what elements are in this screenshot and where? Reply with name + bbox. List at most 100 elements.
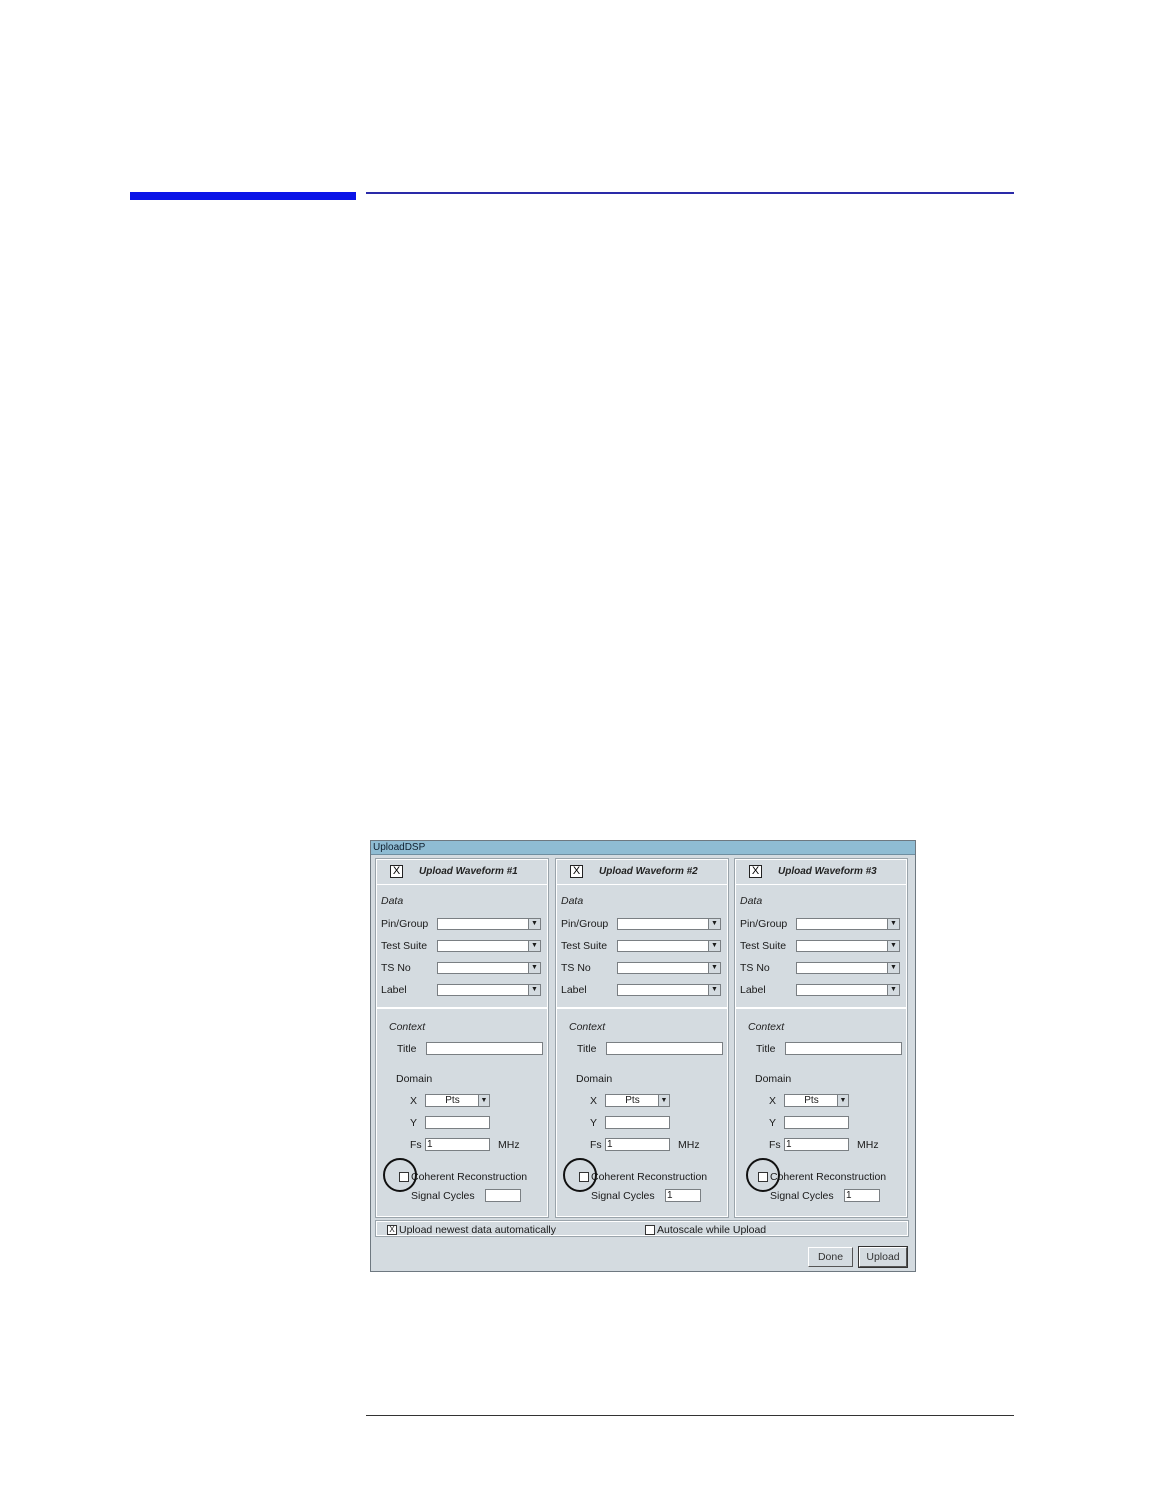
- fs-unit: MHz: [678, 1139, 700, 1151]
- context-label: Context: [569, 1021, 606, 1033]
- coherent-reconstruction-label: Coherent Reconstruction: [591, 1171, 708, 1183]
- data-label: Data: [561, 895, 584, 907]
- y-input[interactable]: [784, 1116, 849, 1129]
- x-label: X: [590, 1095, 598, 1107]
- chevron-down-icon[interactable]: ▼: [528, 941, 540, 951]
- fs-input[interactable]: 1: [425, 1138, 490, 1151]
- x-label: X: [410, 1095, 418, 1107]
- signal-cycles-label: Signal Cycles: [411, 1190, 475, 1202]
- chevron-down-icon[interactable]: ▼: [528, 919, 540, 929]
- test-suite-combo[interactable]: ▼: [796, 940, 900, 952]
- y-input[interactable]: [605, 1116, 670, 1129]
- context-label: Context: [748, 1021, 785, 1033]
- chevron-down-icon[interactable]: ▼: [887, 985, 899, 995]
- upload-auto-checkbox[interactable]: X: [387, 1225, 397, 1235]
- chevron-down-icon[interactable]: ▼: [708, 963, 720, 973]
- pin-group-row: Pin/Group ▼: [740, 918, 904, 932]
- y-label: Y: [769, 1117, 777, 1129]
- fs-label: Fs: [590, 1139, 602, 1151]
- test-suite-row: Test Suite ▼: [381, 940, 545, 954]
- pin-group-label: Pin/Group: [740, 918, 788, 930]
- pin-group-combo[interactable]: ▼: [796, 918, 900, 930]
- ts-no-row: TS No ▼: [740, 962, 904, 976]
- label-combo[interactable]: ▼: [437, 984, 541, 996]
- chevron-down-icon[interactable]: ▼: [887, 941, 899, 951]
- upload-waveform-2-checkbox[interactable]: X: [570, 865, 583, 878]
- autoscale-label: Autoscale while Upload: [657, 1224, 767, 1236]
- fs-input[interactable]: 1: [784, 1138, 849, 1151]
- ts-no-combo[interactable]: ▼: [617, 962, 721, 974]
- label-row: Label ▼: [740, 984, 904, 998]
- fs-input[interactable]: 1: [605, 1138, 670, 1151]
- done-button[interactable]: Done: [808, 1247, 853, 1267]
- options-strip: X Upload newest data automatically Autos…: [375, 1220, 909, 1237]
- pin-group-combo[interactable]: ▼: [617, 918, 721, 930]
- test-suite-combo[interactable]: ▼: [617, 940, 721, 952]
- x-domain-select[interactable]: Pts ▼: [425, 1094, 490, 1107]
- panel-title: Upload Waveform #3: [778, 866, 877, 877]
- label-label: Label: [381, 984, 407, 996]
- signal-cycles-input[interactable]: 1: [665, 1189, 701, 1202]
- pin-group-combo[interactable]: ▼: [437, 918, 541, 930]
- ts-no-label: TS No: [740, 962, 770, 974]
- upload-button[interactable]: Upload: [858, 1246, 908, 1268]
- pin-group-label: Pin/Group: [381, 918, 429, 930]
- cycles-row: Signal Cycles: [411, 1189, 521, 1202]
- fs-unit: MHz: [857, 1139, 879, 1151]
- label-combo[interactable]: ▼: [796, 984, 900, 996]
- title-input[interactable]: [785, 1042, 902, 1055]
- title-input[interactable]: [426, 1042, 543, 1055]
- signal-cycles-label: Signal Cycles: [770, 1190, 834, 1202]
- chevron-down-icon[interactable]: ▼: [478, 1095, 489, 1106]
- test-suite-combo[interactable]: ▼: [437, 940, 541, 952]
- chevron-down-icon[interactable]: ▼: [887, 963, 899, 973]
- x-domain-select[interactable]: Pts ▼: [605, 1094, 670, 1107]
- ts-no-combo[interactable]: ▼: [437, 962, 541, 974]
- chevron-down-icon[interactable]: ▼: [528, 963, 540, 973]
- signal-cycles-input[interactable]: [485, 1189, 521, 1202]
- data-label: Data: [740, 895, 763, 907]
- y-input[interactable]: [425, 1116, 490, 1129]
- label-row: Label ▼: [381, 984, 545, 998]
- autoscale-checkbox[interactable]: [645, 1225, 655, 1235]
- upload-waveform-1-checkbox[interactable]: X: [390, 865, 403, 878]
- chevron-down-icon[interactable]: ▼: [837, 1095, 848, 1106]
- pin-group-label: Pin/Group: [561, 918, 609, 930]
- fs-label: Fs: [410, 1139, 422, 1151]
- upload-waveform-3-checkbox[interactable]: X: [749, 865, 762, 878]
- chevron-down-icon[interactable]: ▼: [708, 919, 720, 929]
- context-label: Context: [389, 1021, 426, 1033]
- title-input[interactable]: [606, 1042, 723, 1055]
- ts-no-combo[interactable]: ▼: [796, 962, 900, 974]
- chapter-accent-bar: [130, 192, 356, 200]
- dialog-titlebar: UploadDSP: [371, 841, 915, 855]
- label-combo[interactable]: ▼: [617, 984, 721, 996]
- x-row: X Pts ▼: [410, 1094, 490, 1107]
- x-label: X: [769, 1095, 777, 1107]
- x-domain-value: Pts: [625, 1095, 640, 1106]
- y-row: Y: [410, 1116, 490, 1129]
- domain-label: Domain: [396, 1073, 433, 1085]
- x-row: X Pts ▼: [769, 1094, 849, 1107]
- chevron-down-icon[interactable]: ▼: [708, 985, 720, 995]
- waveform-panel-1: X Upload Waveform #1 Data Pin/Group ▼ Te…: [375, 858, 549, 1218]
- x-domain-value: Pts: [445, 1095, 460, 1106]
- data-section: Data Pin/Group ▼ Test Suite ▼ TS No ▼ La…: [377, 885, 547, 1009]
- domain-label: Domain: [755, 1073, 792, 1085]
- test-suite-row: Test Suite ▼: [740, 940, 904, 954]
- chevron-down-icon[interactable]: ▼: [708, 941, 720, 951]
- x-row: X Pts ▼: [590, 1094, 670, 1107]
- panel-header: X Upload Waveform #3: [736, 860, 906, 885]
- chevron-down-icon[interactable]: ▼: [528, 985, 540, 995]
- data-label: Data: [381, 895, 404, 907]
- chevron-down-icon[interactable]: ▼: [887, 919, 899, 929]
- fs-row: Fs 1 MHz: [410, 1138, 520, 1151]
- chevron-down-icon[interactable]: ▼: [658, 1095, 669, 1106]
- x-domain-value: Pts: [804, 1095, 819, 1106]
- ts-no-label: TS No: [381, 962, 411, 974]
- panel-title: Upload Waveform #2: [599, 866, 698, 877]
- fs-row: Fs 1 MHz: [590, 1138, 700, 1151]
- x-domain-select[interactable]: Pts ▼: [784, 1094, 849, 1107]
- signal-cycles-input[interactable]: 1: [844, 1189, 880, 1202]
- test-suite-row: Test Suite ▼: [561, 940, 725, 954]
